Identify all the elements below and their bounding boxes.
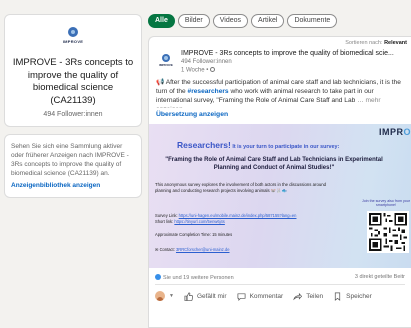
sort-control[interactable]: Sortieren nach: Relevant bbox=[149, 37, 411, 49]
filter-chip-all[interactable]: Alle bbox=[148, 14, 175, 28]
avatar bbox=[155, 291, 165, 301]
filter-chip-articles[interactable]: Artikel bbox=[251, 14, 285, 28]
flyer-short-url: https://tinyurl.com/5enw6j4s bbox=[174, 219, 225, 224]
flyer-contact: ✉ Contact: 3RRCforscher@uni-mainz.de bbox=[155, 247, 355, 252]
flyer-description: This anonymous survey explores the invol… bbox=[155, 182, 327, 193]
improve-logo-icon bbox=[162, 54, 170, 62]
author-name[interactable]: IMPROVE - 3Rs concepts to improve the qu… bbox=[181, 49, 394, 59]
improve-logo[interactable]: IMPROVE bbox=[58, 27, 88, 49]
reaction-identity-selector[interactable]: ▼ bbox=[155, 291, 174, 301]
flyer-headline-sub: It is your turn to participate in our su… bbox=[230, 144, 340, 150]
feed-post: Sortieren nach: Relevant IMPROVE IMPROVE… bbox=[148, 36, 411, 328]
like-label: Gefällt mir bbox=[196, 292, 227, 300]
translate-link[interactable]: Übersetzung anzeigen bbox=[149, 108, 411, 124]
sort-label: Sortieren nach: bbox=[345, 40, 383, 46]
comment-label: Kommentar bbox=[249, 292, 284, 300]
flyer-contact-email: 3RRCforscher@uni-mainz.de bbox=[175, 247, 230, 252]
ad-library-link[interactable]: Anzeigenbibliothek anzeigen bbox=[11, 181, 135, 190]
flyer-survey-url: https://uni-hagen.eu/mobile.mainz.de/ind… bbox=[178, 213, 297, 218]
flyer-contact-label: Contact: bbox=[159, 247, 176, 252]
author-avatar-wordmark: IMPROVE bbox=[159, 63, 173, 67]
filter-chip-images[interactable]: Bilder bbox=[177, 14, 210, 28]
like-reaction-icon bbox=[155, 274, 161, 280]
flyer-short-link: Short link: https://tinyurl.com/5enw6j4s bbox=[155, 219, 355, 224]
content-filter-bar: Alle Bilder Videos Artikel Dokumente bbox=[148, 14, 338, 30]
flyer-headline-main: Researchers! bbox=[177, 140, 231, 150]
reactions-count[interactable]: Sie und 19 weitere Personen bbox=[155, 274, 234, 284]
ad-library-card: Sehen Sie sich eine Sammlung aktiver ode… bbox=[4, 134, 142, 198]
share-label: Teilen bbox=[306, 292, 324, 300]
comment-button[interactable]: Kommentar bbox=[237, 292, 284, 301]
flyer-logo-accent: O bbox=[403, 127, 411, 137]
flyer-short-link-label: Short link: bbox=[155, 219, 175, 224]
shares-count[interactable]: 3 direkt geteilte Beitr bbox=[355, 274, 405, 284]
globe-icon bbox=[210, 66, 216, 72]
author-avatar[interactable]: IMPROVE bbox=[157, 53, 175, 71]
improve-logo-icon bbox=[68, 27, 78, 37]
save-button[interactable]: Speicher bbox=[333, 292, 372, 301]
filter-chip-videos[interactable]: Videos bbox=[212, 14, 249, 28]
bookmark-icon bbox=[335, 292, 341, 301]
page-name[interactable]: IMPROVE - 3Rs concepts to improve the qu… bbox=[11, 57, 135, 107]
save-label: Speicher bbox=[346, 292, 372, 300]
flyer-headline: Researchers! It is your turn to particip… bbox=[177, 140, 339, 150]
flyer-logo: IMPRO bbox=[379, 127, 411, 137]
flyer-logo-text: IMPR bbox=[378, 127, 404, 137]
post-body: 📢 After the successful participation of … bbox=[149, 76, 411, 108]
like-button[interactable]: Gefällt mir bbox=[184, 292, 227, 301]
hashtag-link[interactable]: #researchers bbox=[188, 88, 229, 95]
left-column: IMPROVE IMPROVE - 3Rs concepts to improv… bbox=[4, 14, 142, 198]
share-icon bbox=[293, 292, 303, 300]
page-profile-card: IMPROVE IMPROVE - 3Rs concepts to improv… bbox=[4, 14, 142, 127]
social-counts: Sie und 19 weitere Personen 3 direkt get… bbox=[149, 268, 411, 284]
improve-logo-wordmark: IMPROVE bbox=[62, 39, 84, 44]
survey-flyer-image[interactable]: IMPRO Researchers! It is your turn to pa… bbox=[149, 124, 411, 268]
post-author: IMPROVE IMPROVE - 3Rs concepts to improv… bbox=[149, 49, 411, 76]
ad-library-text: Sehen Sie sich eine Sammlung aktiver ode… bbox=[11, 143, 129, 177]
post-timestamp-text: 1 Woche • bbox=[181, 67, 209, 73]
megaphone-icon: 📢 bbox=[156, 79, 165, 86]
filter-chip-documents[interactable]: Dokumente bbox=[287, 14, 338, 28]
reactions-text: Sie und 19 weitere Personen bbox=[163, 275, 234, 281]
flyer-survey-title: "Framing the Role of Animal Care Staff a… bbox=[165, 157, 383, 171]
qr-code-icon bbox=[367, 211, 409, 253]
follower-count: 494 Follower:innen bbox=[43, 111, 103, 118]
post-timestamp: 1 Woche • bbox=[181, 66, 394, 75]
thumbs-up-icon bbox=[184, 292, 193, 301]
flyer-survey-link: Survey Link: https://uni-hagen.eu/mobile… bbox=[155, 213, 355, 218]
flyer-completion-time: Approximate Completion Time: 15 minutes bbox=[155, 232, 233, 237]
post-action-bar: ▼ Gefällt mir Kommentar Teilen Speicher bbox=[149, 285, 411, 307]
flyer-survey-link-label: Survey Link: bbox=[155, 213, 179, 218]
flyer-smartphone-note: Join the survey also from your smartphon… bbox=[362, 199, 410, 208]
comment-icon bbox=[237, 292, 246, 301]
author-followers: 494 Follower:innen bbox=[181, 59, 232, 65]
share-button[interactable]: Teilen bbox=[293, 292, 323, 301]
mail-icon: ✉ bbox=[155, 247, 159, 252]
chevron-down-icon: ▼ bbox=[169, 293, 174, 299]
sort-value[interactable]: Relevant bbox=[384, 40, 407, 46]
